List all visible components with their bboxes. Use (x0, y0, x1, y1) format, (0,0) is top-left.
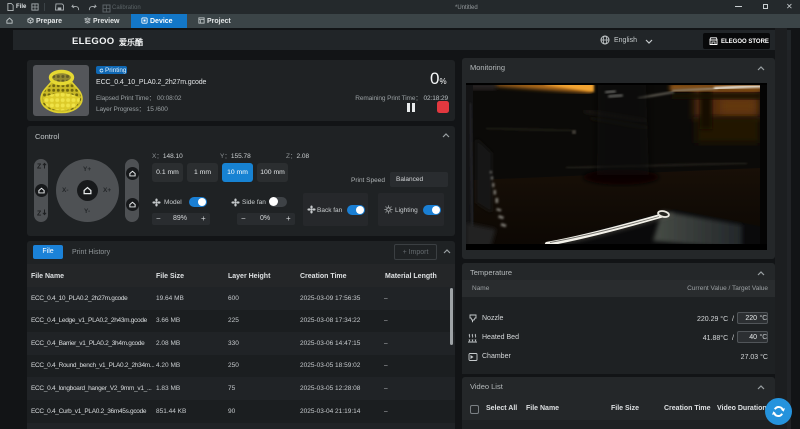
svg-text:Z: Z (37, 164, 42, 171)
svg-text:Z: Z (37, 211, 42, 218)
